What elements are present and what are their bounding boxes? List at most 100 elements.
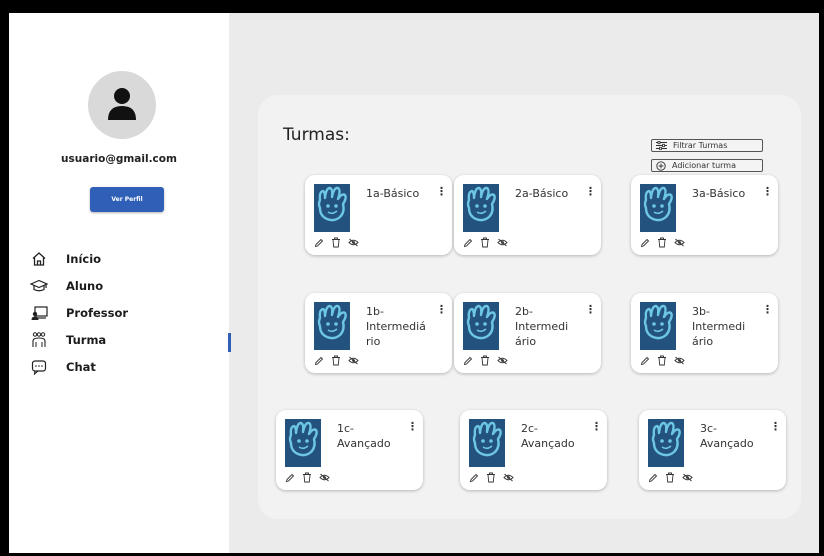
eye-off-icon[interactable] [674, 356, 685, 365]
sidebar-item-turma[interactable]: Turma [29, 326, 128, 354]
class-name: 3b- Intermedi ário [692, 304, 764, 349]
view-profile-button[interactable]: Ver Perfil [90, 187, 164, 212]
class-name-line: ário [692, 335, 714, 348]
class-name-line: Avançado [521, 437, 575, 450]
more-options-icon[interactable]: ⋮ [770, 421, 781, 432]
class-card[interactable]: 3c- Avançado ⋮ [639, 410, 786, 490]
filter-classes-label: Filtrar Turmas [673, 141, 728, 150]
class-name-line: 3a-Básico [692, 187, 746, 200]
class-name: 2c- Avançado [521, 421, 593, 451]
avatar[interactable] [88, 71, 156, 139]
card-actions [469, 472, 514, 483]
pencil-icon[interactable] [640, 238, 650, 248]
card-actions [640, 355, 685, 366]
more-options-icon[interactable]: ⋮ [762, 186, 773, 197]
app-window: usuario@gmail.com Ver Perfil Início Alun… [9, 13, 819, 553]
filter-classes-button[interactable]: Filtrar Turmas [651, 139, 763, 152]
class-name: 2b- Intermedi ário [515, 304, 587, 349]
sidebar-item-aluno[interactable]: Aluno [29, 272, 128, 300]
more-options-icon[interactable]: ⋮ [762, 304, 773, 315]
class-name-line: 2b- [515, 305, 533, 318]
add-class-label: Adicionar turma [672, 161, 737, 170]
sidebar-item-inicio[interactable]: Início [29, 245, 128, 273]
class-name: 1a-Básico [366, 186, 438, 201]
pencil-icon[interactable] [648, 473, 658, 483]
pencil-icon[interactable] [640, 356, 650, 366]
pencil-icon[interactable] [314, 356, 324, 366]
pencil-icon[interactable] [469, 473, 479, 483]
class-name-line: 2a-Básico [515, 187, 569, 200]
class-card[interactable]: 1c- Avançado ⋮ [276, 410, 423, 490]
sidebar-nav: Início Aluno Professor Turma Chat [29, 245, 128, 380]
graduation-cap-icon [29, 277, 49, 295]
class-name-line: ário [515, 335, 537, 348]
eye-off-icon[interactable] [497, 238, 508, 247]
more-options-icon[interactable]: ⋮ [436, 186, 447, 197]
sidebar-item-label: Início [66, 252, 102, 266]
class-logo-image [463, 184, 499, 232]
class-name: 3c- Avançado [700, 421, 772, 451]
class-card[interactable]: 3b- Intermedi ário ⋮ [631, 293, 778, 373]
class-name-line: 1a-Básico [366, 187, 420, 200]
eye-off-icon[interactable] [348, 238, 359, 247]
add-class-button[interactable]: Adicionar turma [651, 159, 763, 172]
eye-off-icon[interactable] [682, 473, 693, 482]
sidebar-item-label: Turma [66, 333, 107, 347]
more-options-icon[interactable]: ⋮ [585, 186, 596, 197]
trash-icon[interactable] [331, 355, 341, 366]
trash-icon[interactable] [331, 237, 341, 248]
class-logo-image [314, 184, 350, 232]
trash-icon[interactable] [665, 472, 675, 483]
class-logo-image [640, 184, 676, 232]
more-options-icon[interactable]: ⋮ [436, 304, 447, 315]
pencil-icon[interactable] [285, 473, 295, 483]
sidebar-item-chat[interactable]: Chat [29, 353, 128, 381]
trash-icon[interactable] [657, 355, 667, 366]
class-logo-image [640, 302, 676, 350]
sliders-icon [656, 141, 667, 150]
classes-panel: Turmas: Filtrar Turmas Adicionar turma 1… [258, 95, 801, 519]
eye-off-icon[interactable] [319, 473, 330, 482]
eye-off-icon[interactable] [674, 238, 685, 247]
pencil-icon[interactable] [463, 238, 473, 248]
class-card[interactable]: 2b- Intermedi ário ⋮ [454, 293, 601, 373]
eye-off-icon[interactable] [348, 356, 359, 365]
class-card[interactable]: 2a-Básico ⋮ [454, 175, 601, 255]
class-name-line: 3c- [700, 422, 718, 435]
class-card[interactable]: 2c- Avançado ⋮ [460, 410, 607, 490]
class-name: 3a-Básico [692, 186, 764, 201]
class-card[interactable]: 1a-Básico ⋮ [305, 175, 452, 255]
class-name-line: 2c- [521, 422, 539, 435]
class-name-line: Avançado [337, 437, 391, 450]
sidebar-item-professor[interactable]: Professor [29, 299, 128, 327]
class-name-line: Avançado [700, 437, 754, 450]
pencil-icon[interactable] [463, 356, 473, 366]
class-card[interactable]: 1b- Intermediá rio ⋮ [305, 293, 452, 373]
class-name-line: Intermedi [515, 320, 569, 333]
trash-icon[interactable] [480, 237, 490, 248]
chat-bubble-icon [29, 358, 49, 376]
card-actions [285, 472, 330, 483]
more-options-icon[interactable]: ⋮ [585, 304, 596, 315]
class-name-line: Intermediá [366, 320, 426, 333]
trash-icon[interactable] [657, 237, 667, 248]
trash-icon[interactable] [480, 355, 490, 366]
class-card[interactable]: 3a-Básico ⋮ [631, 175, 778, 255]
card-actions [640, 237, 685, 248]
class-name-line: 1c- [337, 422, 355, 435]
group-icon [29, 331, 49, 349]
more-options-icon[interactable]: ⋮ [591, 421, 602, 432]
sidebar-item-label: Professor [66, 306, 129, 320]
class-logo-image [285, 419, 321, 467]
eye-off-icon[interactable] [503, 473, 514, 482]
more-options-icon[interactable]: ⋮ [407, 421, 418, 432]
pencil-icon[interactable] [314, 238, 324, 248]
trash-icon[interactable] [486, 472, 496, 483]
trash-icon[interactable] [302, 472, 312, 483]
class-logo-image [314, 302, 350, 350]
card-actions [463, 355, 508, 366]
card-actions [463, 237, 508, 248]
card-actions [314, 355, 359, 366]
eye-off-icon[interactable] [497, 356, 508, 365]
sidebar-item-label: Aluno [66, 279, 104, 293]
